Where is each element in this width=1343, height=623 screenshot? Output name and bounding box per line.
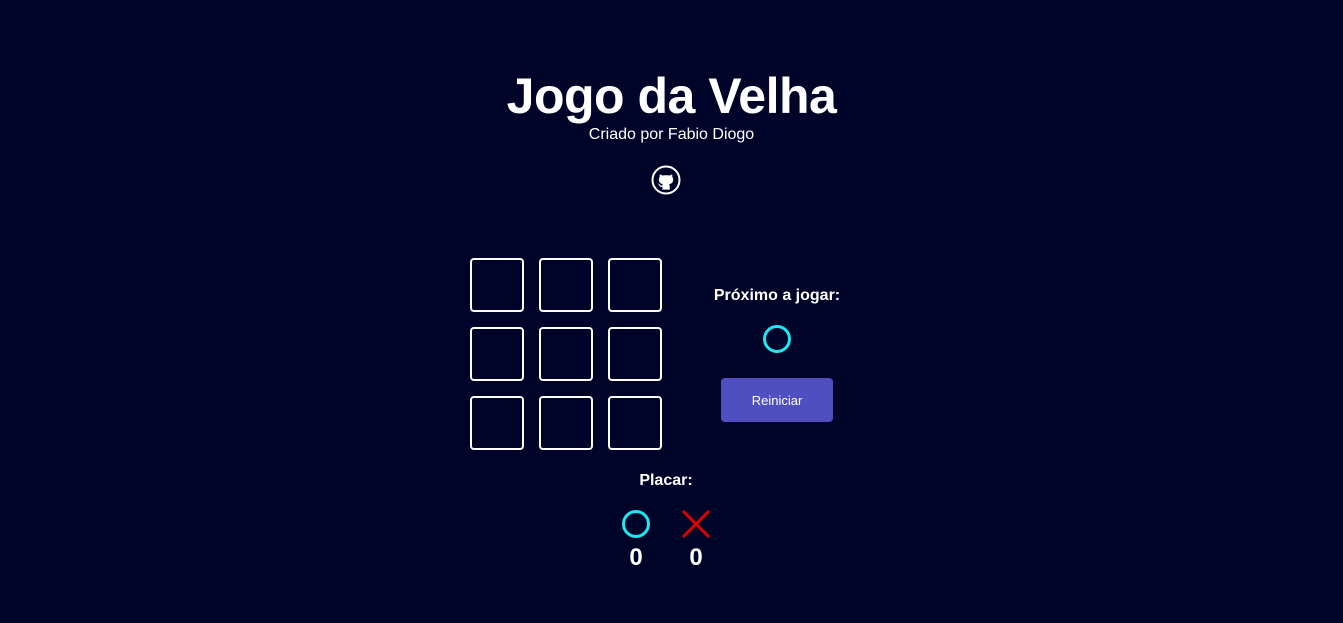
board-cell[interactable] [608,327,662,381]
author-subtitle: Criado por Fabio Diogo [588,126,755,143]
board-cell[interactable] [539,258,593,312]
board-cell[interactable] [608,258,662,312]
board-cell[interactable] [470,327,524,381]
game-board [470,258,662,450]
cross-icon [681,509,711,539]
page-title: Jogo da Velha [506,68,837,124]
score-label: Placar: [639,472,693,489]
restart-button[interactable]: Reiniciar [721,378,833,422]
board-cell[interactable] [470,396,524,450]
circle-icon [762,324,792,354]
board-cell[interactable] [470,258,524,312]
board-cell[interactable] [608,396,662,450]
next-player-label: Próximo a jogar: [713,287,841,304]
board-cell[interactable] [539,327,593,381]
score-o-value: 0 [629,544,643,571]
board-cell[interactable] [539,396,593,450]
score-x-value: 0 [689,544,703,571]
circle-icon [621,509,651,539]
github-icon[interactable] [651,165,681,195]
